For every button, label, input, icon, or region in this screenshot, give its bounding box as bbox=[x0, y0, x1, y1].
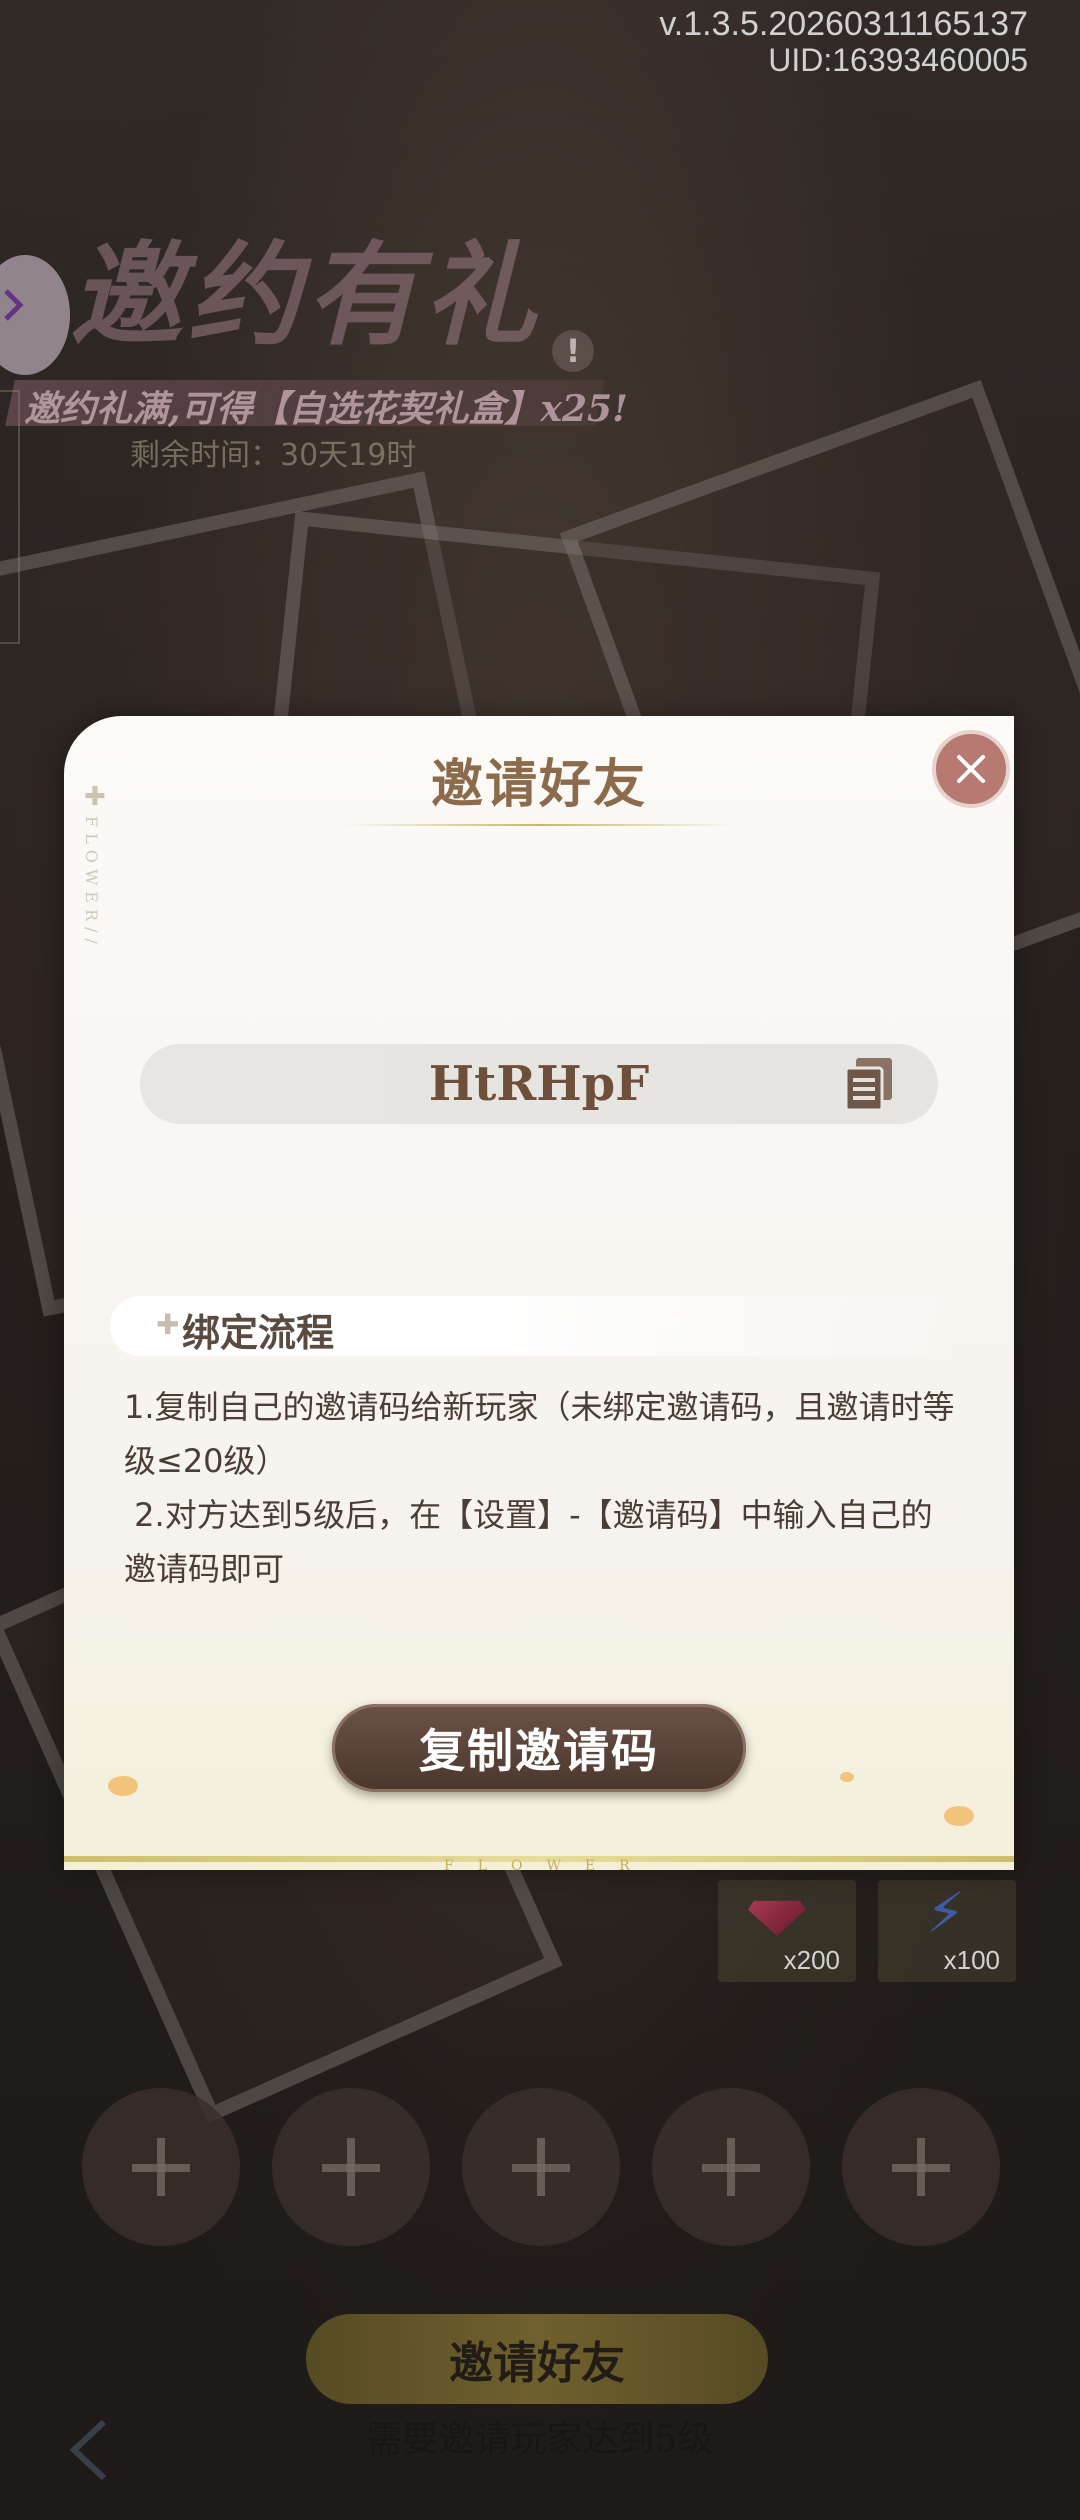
modal-title: 邀请好友 bbox=[430, 754, 647, 815]
side-decoration-text: FLOWER// bbox=[82, 816, 101, 950]
copy-icon[interactable] bbox=[840, 1054, 900, 1114]
plus-deco-icon: ✚ bbox=[156, 1308, 180, 1341]
petal-decoration bbox=[108, 1776, 138, 1796]
instructions: 1.复制自己的邀请码给新玩家（未绑定邀请码，且邀请时等级≤20级） 2.对方达到… bbox=[124, 1380, 964, 1596]
invite-code-field: HtRHpF bbox=[140, 1044, 938, 1124]
section-title: 绑定流程 bbox=[182, 1310, 335, 1355]
close-button[interactable] bbox=[932, 730, 1010, 808]
copy-invite-code-button[interactable]: 复制邀请码 bbox=[332, 1704, 746, 1792]
invite-code: HtRHpF bbox=[428, 1056, 650, 1112]
close-icon bbox=[957, 755, 985, 783]
petal-decoration bbox=[840, 1772, 854, 1782]
instruction-step: 2.对方达到5级后，在【设置】-【邀请码】中输入自己的邀请码即可 bbox=[124, 1496, 933, 1588]
invite-modal: ✚ FLOWER// 邀请好友 HtRHpF ✚ 绑定流程 1.复制自己的邀请码… bbox=[64, 716, 1014, 1874]
bottom-decoration-text: FLOWER bbox=[444, 1858, 654, 1874]
instruction-step: 1.复制自己的邀请码给新玩家（未绑定邀请码，且邀请时等级≤20级） bbox=[124, 1388, 955, 1480]
petal-decoration bbox=[944, 1806, 974, 1826]
title-divider bbox=[342, 824, 736, 826]
